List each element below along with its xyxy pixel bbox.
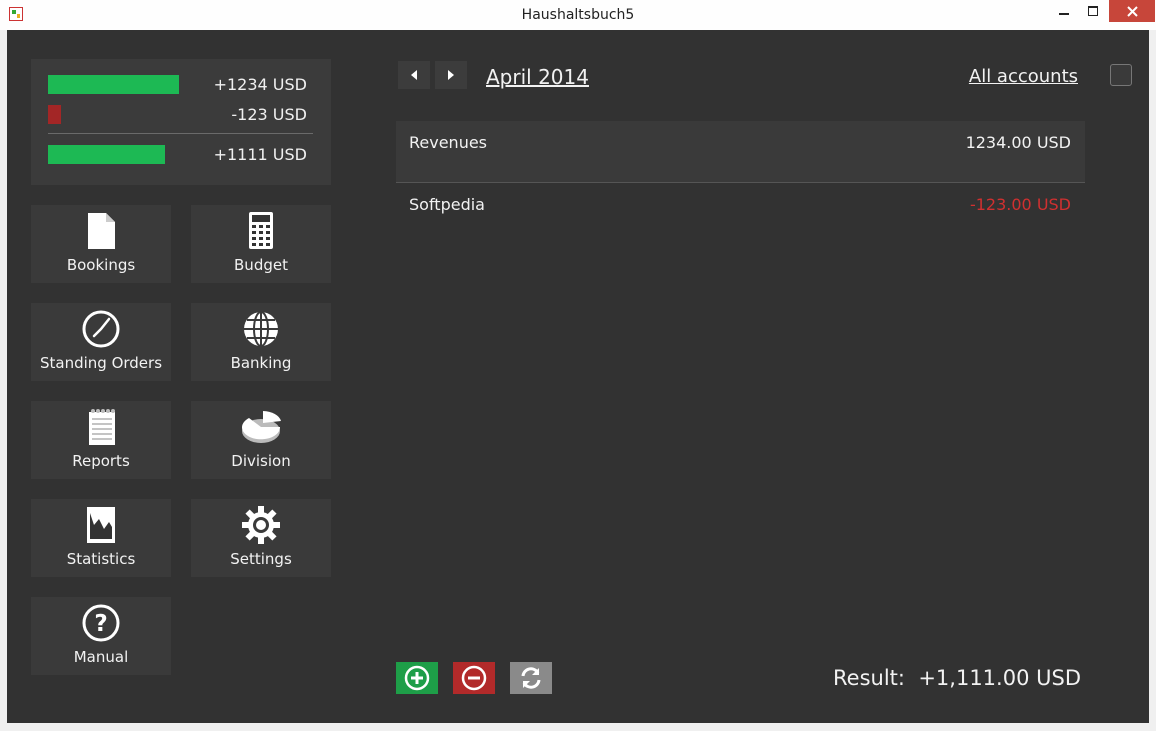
globe-icon [244,311,278,347]
expense-amount: -123 USD [231,105,307,124]
minimize-icon [1059,13,1069,15]
maximize-icon [1088,6,1098,16]
tile-reports[interactable]: Reports [31,401,171,479]
tile-statistics[interactable]: Statistics [31,499,171,577]
entry-name: Revenues [409,133,488,152]
tile-label: Manual [73,648,129,666]
tile-budget[interactable]: Budget [191,205,331,283]
remove-button[interactable] [453,662,495,694]
next-month-button[interactable] [435,61,467,89]
revenue-amount: +1234 USD [213,75,307,94]
tile-settings[interactable]: Settings [191,499,331,577]
question-icon: ? [82,604,120,642]
result-value: +1,111.00 USD [918,666,1081,690]
minimize-button[interactable] [1050,0,1078,22]
select-checkbox[interactable] [1110,64,1132,86]
arrow-right-icon [448,70,454,80]
previous-month-button[interactable] [398,61,430,89]
entry-name: Softpedia [409,195,485,214]
tile-manual[interactable]: ? Manual [31,597,171,675]
result-label: Result: [833,666,905,690]
tile-banking[interactable]: Banking [191,303,331,381]
total-bar [48,145,165,164]
result-summary: Result: +1,111.00 USD [833,666,1081,690]
notepad-icon [89,409,115,445]
tile-division[interactable]: Division [191,401,331,479]
arrow-left-icon [411,70,417,80]
close-button[interactable] [1109,0,1155,22]
title-bar: Haushaltsbuch5 [0,0,1156,30]
entry-value: -123.00 USD [969,195,1071,214]
calculator-icon [249,212,273,249]
add-button[interactable] [396,662,438,694]
all-accounts-link[interactable]: All accounts [969,66,1078,87]
tile-label: Standing Orders [39,354,163,372]
tile-label: Budget [234,256,288,274]
revenue-bar [48,75,179,94]
summary-divider [48,133,313,134]
document-icon [88,213,115,249]
plus-icon [404,665,430,691]
tile-label: Statistics [66,550,136,568]
transfer-button[interactable] [510,662,552,694]
tile-label: Reports [72,452,130,470]
total-amount: +1111 USD [213,145,307,164]
tile-label: Division [231,452,291,470]
summary-panel: +1234 USD -123 USD +1111 USD [31,59,331,185]
entry-row[interactable]: Softpedia -123.00 USD [396,183,1085,227]
entry-value: 1234.00 USD [965,133,1071,152]
tile-label: Settings [230,550,292,568]
main-frame: +1234 USD -123 USD +1111 USD Bookings Bu… [7,30,1149,723]
tile-standing-orders[interactable]: Standing Orders [31,303,171,381]
close-icon [1126,5,1138,17]
tile-label: Bookings [66,256,136,274]
minus-icon [461,665,487,691]
clock-icon [82,310,120,348]
tile-bookings[interactable]: Bookings [31,205,171,283]
entry-row[interactable]: Revenues 1234.00 USD [396,121,1085,183]
tile-label: Banking [230,354,292,372]
maximize-button[interactable] [1078,0,1108,22]
svg-text:?: ? [94,611,107,637]
expense-bar [48,105,61,124]
gear-icon [242,506,280,544]
month-link[interactable]: April 2014 [486,65,589,89]
picture-icon [87,507,115,543]
pie-chart-icon [242,411,281,443]
window-title: Haushaltsbuch5 [521,7,635,23]
refresh-icon [521,667,541,689]
